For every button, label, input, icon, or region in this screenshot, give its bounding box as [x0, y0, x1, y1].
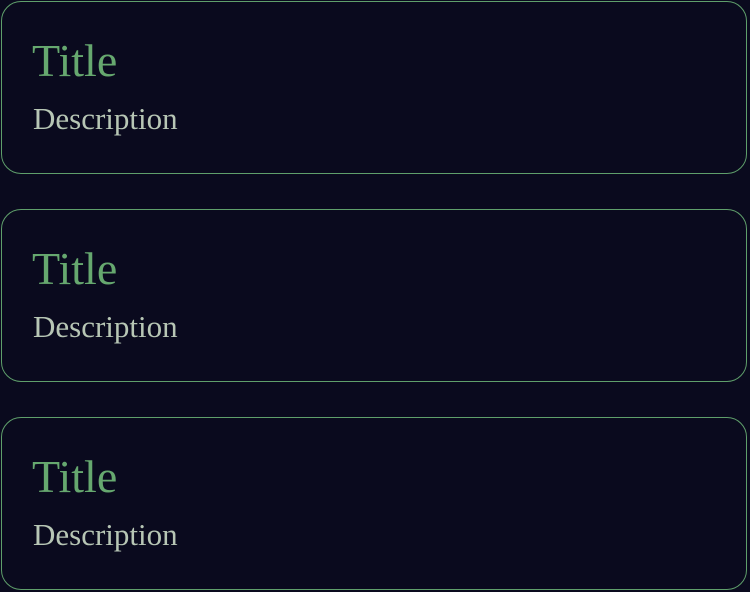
- card-description: Description: [33, 517, 178, 552]
- card-description: Description: [33, 101, 178, 136]
- card-title: Title: [32, 243, 118, 294]
- card-2[interactable]: Title Description: [1, 209, 747, 382]
- card-3[interactable]: Title Description: [1, 417, 747, 590]
- card-1[interactable]: Title Description: [1, 1, 747, 174]
- card-title: Title: [32, 451, 118, 502]
- card-list: Title Description Title Description Titl…: [0, 0, 750, 592]
- card-title: Title: [32, 35, 118, 86]
- card-description: Description: [33, 309, 178, 344]
